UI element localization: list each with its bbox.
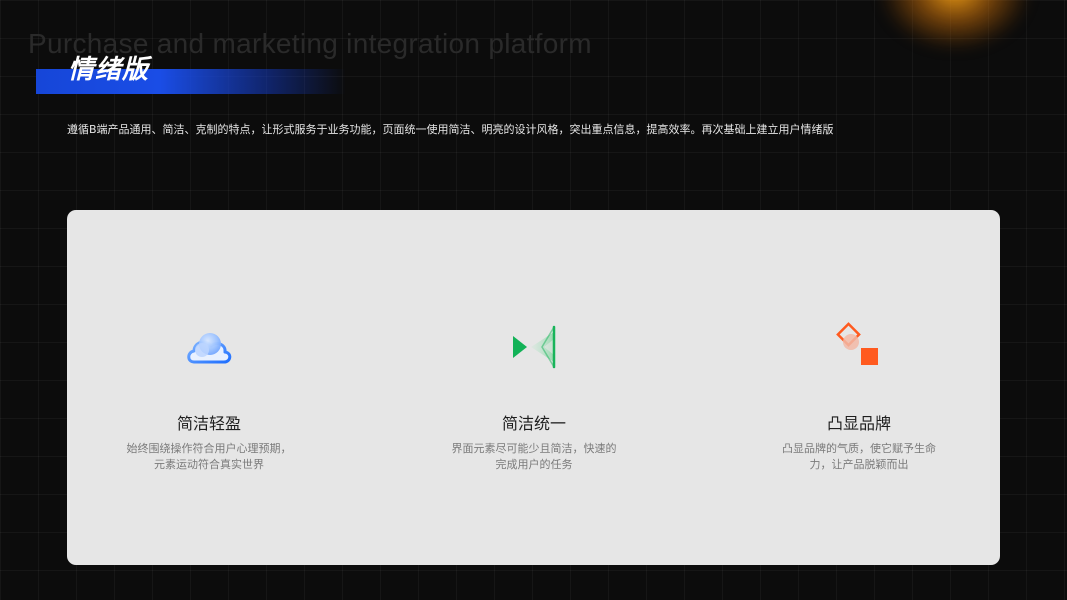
feature-description-line: 元素运动符合真实世界 [154, 458, 264, 471]
feature-description-line: 力，让产品脱颖而出 [809, 458, 909, 471]
feature-title: 简洁统一 [501, 414, 566, 433]
feature-title: 凸显品牌 [826, 414, 891, 433]
page-description: 遵循B端产品通用、简洁、克制的特点，让形式服务于业务功能，页面统一使用简洁、明亮… [67, 123, 834, 136]
cloud-bubble-icon [184, 322, 234, 372]
play-triangles-icon [509, 322, 559, 372]
feature-item-simple-light: 简洁轻盈 始终围绕操作符合用户心理预期， 元素运动符合真实世界 [89, 210, 329, 565]
feature-description-line: 始终围绕操作符合用户心理预期， [126, 442, 292, 455]
feature-title: 简洁轻盈 [176, 414, 241, 433]
brand-shapes-icon [834, 322, 884, 372]
orange-glow-decoration [880, 0, 1030, 50]
page: Purchase and marketing integration platf… [0, 0, 1067, 600]
feature-description: 界面元素尽可能少且简洁，快速的 完成用户的任务 [434, 441, 634, 473]
feature-description-line: 凸显品牌的气质，使它赋予生命 [782, 442, 936, 455]
feature-card: 简洁轻盈 始终围绕操作符合用户心理预期， 元素运动符合真实世界 简洁统一 界面元… [67, 210, 1000, 565]
feature-description: 凸显品牌的气质，使它赋予生命 力，让产品脱颖而出 [759, 441, 959, 473]
feature-description-line: 完成用户的任务 [495, 458, 573, 471]
page-title: 情绪版 [68, 55, 150, 85]
feature-description: 始终围绕操作符合用户心理预期， 元素运动符合真实世界 [109, 441, 309, 473]
feature-item-simple-unified: 简洁统一 界面元素尽可能少且简洁，快速的 完成用户的任务 [414, 210, 654, 565]
feature-item-brand-highlight: 凸显品牌 凸显品牌的气质，使它赋予生命 力，让产品脱颖而出 [739, 210, 979, 565]
feature-description-line: 界面元素尽可能少且简洁，快速的 [451, 442, 617, 455]
